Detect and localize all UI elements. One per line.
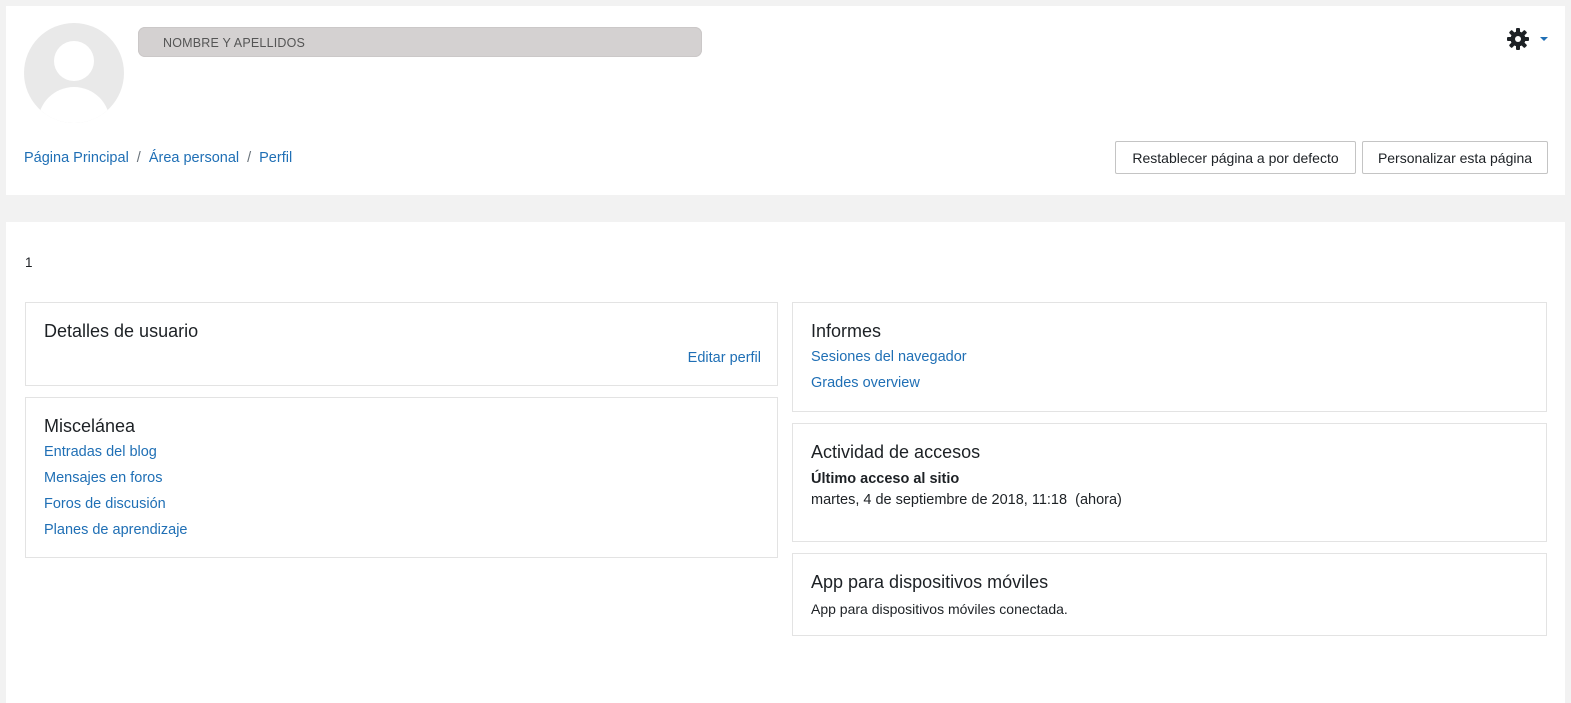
profile-content: 1 Detalles de usuario Editar perfil Misc…	[6, 222, 1565, 703]
browser-sessions-link[interactable]: Sesiones del navegador	[811, 349, 967, 365]
user-avatar[interactable]	[24, 23, 124, 123]
blog-entries-link[interactable]: Entradas del blog	[44, 444, 157, 460]
user-details-block: Detalles de usuario Editar perfil	[25, 302, 778, 386]
user-name: NOMBRE Y APELLIDOS	[163, 36, 306, 50]
breadcrumb-dashboard[interactable]: Área personal	[149, 150, 239, 166]
user-details-title: Detalles de usuario	[44, 321, 199, 341]
breadcrumb-home[interactable]: Página Principal	[24, 150, 129, 166]
customize-page-button[interactable]: Personalizar esta página	[1362, 141, 1548, 174]
grades-overview-link[interactable]: Grades overview	[811, 375, 920, 391]
forum-posts-link[interactable]: Mensajes en foros	[44, 470, 162, 486]
last-access-label: Último acceso al sitio	[811, 471, 960, 487]
edit-profile-link[interactable]: Editar perfil	[688, 350, 761, 366]
miscellaneous-block: Miscelánea Entradas del blog Mensajes en…	[25, 397, 778, 558]
login-activity-block: Actividad de accesos Último acceso al si…	[792, 423, 1547, 542]
reset-page-button[interactable]: Restablecer página a por defecto	[1115, 141, 1356, 174]
mobile-app-title: App para dispositivos móviles	[811, 572, 1049, 592]
user-name-banner: NOMBRE Y APELLIDOS	[138, 27, 702, 57]
gear-icon	[1507, 28, 1529, 50]
breadcrumb: Página Principal / Área personal / Perfi…	[24, 150, 292, 166]
reports-title: Informes	[811, 321, 882, 341]
profile-header: NOMBRE Y APELLIDOS Página Principal / Ár…	[6, 6, 1565, 195]
last-access-value: martes, 4 de septiembre de 2018, 11:18 (…	[811, 492, 1122, 508]
breadcrumb-profile[interactable]: Perfil	[259, 150, 292, 166]
avatar-body-shape	[38, 87, 110, 123]
login-activity-title: Actividad de accesos	[811, 442, 981, 462]
avatar-head-shape	[54, 41, 94, 81]
learning-plans-link[interactable]: Planes de aprendizaje	[44, 522, 188, 538]
reports-block: Informes Sesiones del navegador Grades o…	[792, 302, 1547, 412]
settings-menu-toggle[interactable]	[1506, 27, 1550, 51]
forum-discussions-link[interactable]: Foros de discusión	[44, 496, 166, 512]
breadcrumb-separator: /	[136, 150, 141, 166]
counter-text: 1	[25, 255, 33, 270]
chevron-down-icon	[1540, 37, 1548, 41]
breadcrumb-separator: /	[247, 150, 252, 166]
mobile-app-status: App para dispositivos móviles conectada.	[811, 601, 1068, 617]
mobile-app-block: App para dispositivos móviles App para d…	[792, 553, 1547, 636]
miscellaneous-title: Miscelánea	[44, 416, 136, 436]
